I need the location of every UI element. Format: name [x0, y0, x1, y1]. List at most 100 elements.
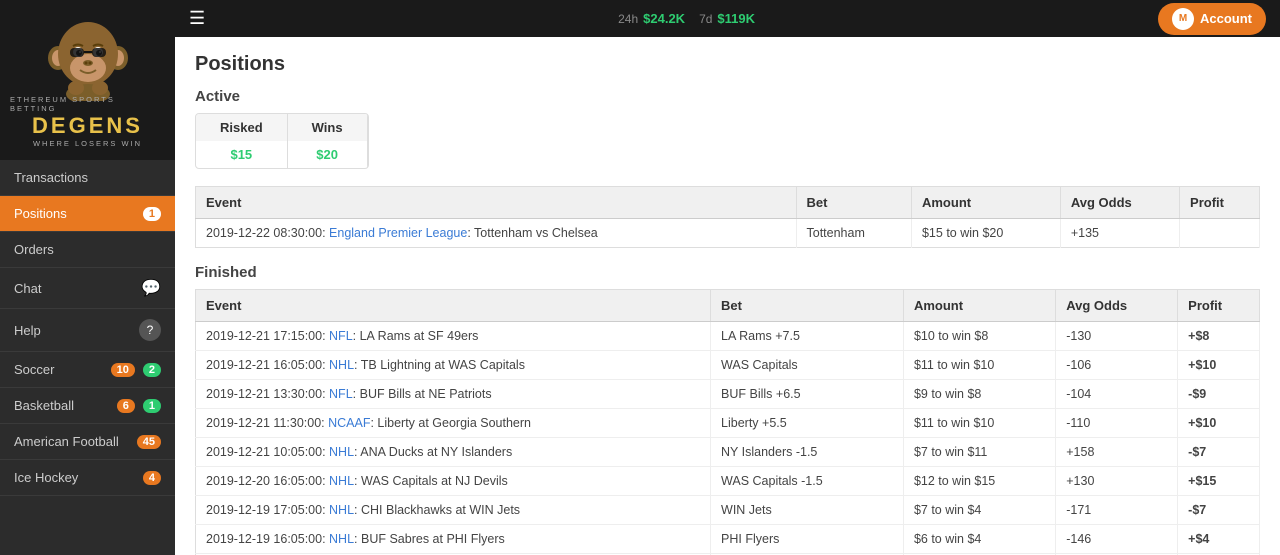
active-th-amount: Amount: [911, 187, 1060, 219]
finished-row-bet: BUF Bills +6.5: [711, 380, 904, 409]
table-row: 2019-12-20 16:05:00: NHL: WAS Capitals a…: [196, 467, 1260, 496]
sidebar-nav: Transactions Positions 1 Orders Chat 💬 H…: [0, 160, 175, 555]
active-event-league-link[interactable]: England Premier League: [329, 226, 467, 240]
sidebar-item-american-football[interactable]: American Football 45: [0, 424, 175, 460]
finished-row-avgodds: -146: [1056, 525, 1178, 554]
american-football-badge: 45: [137, 435, 161, 449]
finished-row-profit: -$7: [1178, 438, 1260, 467]
finished-row-bet: WAS Capitals: [711, 351, 904, 380]
finished-row-event: 2019-12-20 16:05:00: NHL: WAS Capitals a…: [196, 467, 711, 496]
finished-event-league-link[interactable]: NCAAF: [328, 416, 370, 430]
page-title: Positions: [195, 53, 1260, 76]
table-row: 2019-12-21 16:05:00: NHL: TB Lightning a…: [196, 351, 1260, 380]
table-row: 2019-12-22 08:30:00: England Premier Lea…: [196, 219, 1260, 248]
stats-area: 24h $24.2K 7d $119K: [225, 11, 1148, 26]
finished-row-event: 2019-12-21 11:30:00: NCAAF: Liberty at G…: [196, 409, 711, 438]
finished-row-amount: $6 to win $4: [903, 525, 1055, 554]
finished-row-amount: $11 to win $10: [903, 409, 1055, 438]
basketball-badge1: 6: [117, 399, 135, 413]
finished-row-amount: $11 to win $10: [903, 351, 1055, 380]
active-th-avgsodds: Avg Odds: [1060, 187, 1179, 219]
finished-event-league-link[interactable]: NHL: [329, 503, 354, 517]
basketball-badge2: 1: [143, 399, 161, 413]
finished-event-league-link[interactable]: NHL: [329, 532, 354, 546]
sidebar: ETHEREUM SPORTS BETTING DEGENS WHERE LOS…: [0, 0, 175, 555]
finished-row-bet: WIN Jets: [711, 496, 904, 525]
finished-row-bet: WAS Capitals -1.5: [711, 467, 904, 496]
hamburger-icon[interactable]: ☰: [189, 8, 205, 29]
finished-th-bet: Bet: [711, 290, 904, 322]
finished-row-avgodds: -130: [1056, 322, 1178, 351]
table-row: 2019-12-19 17:05:00: NHL: CHI Blackhawks…: [196, 496, 1260, 525]
account-avatar: M: [1172, 8, 1194, 30]
active-summary-table: Risked Wins $15 $20: [195, 113, 369, 169]
sidebar-item-positions[interactable]: Positions 1: [0, 196, 175, 232]
finished-row-avgodds: +158: [1056, 438, 1178, 467]
finished-event-league-link[interactable]: NHL: [329, 445, 354, 459]
sidebar-item-help[interactable]: Help ?: [0, 309, 175, 352]
account-button[interactable]: M Account: [1158, 3, 1266, 35]
finished-event-league-link[interactable]: NHL: [329, 474, 354, 488]
finished-row-amount: $9 to win $8: [903, 380, 1055, 409]
finished-th-avgodds: Avg Odds: [1056, 290, 1178, 322]
table-row: 2019-12-21 11:30:00: NCAAF: Liberty at G…: [196, 409, 1260, 438]
finished-row-profit: +$10: [1178, 351, 1260, 380]
stat-7d-value: $119K: [717, 11, 755, 26]
table-row: 2019-12-21 13:30:00: NFL: BUF Bills at N…: [196, 380, 1260, 409]
finished-row-amount: $12 to win $15: [903, 467, 1055, 496]
summary-risked-value: $15: [196, 141, 287, 168]
finished-event-league-link[interactable]: NFL: [329, 387, 353, 401]
active-row-amount: $15 to win $20: [911, 219, 1060, 248]
finished-row-profit: -$9: [1178, 380, 1260, 409]
finished-row-bet: NY Islanders -1.5: [711, 438, 904, 467]
content-area: Positions Active Risked Wins $15 $20: [175, 37, 1280, 555]
finished-row-avgodds: -106: [1056, 351, 1178, 380]
table-row: 2019-12-19 16:05:00: NHL: BUF Sabres at …: [196, 525, 1260, 554]
finished-row-event: 2019-12-21 17:15:00: NFL: LA Rams at SF …: [196, 322, 711, 351]
table-row: 2019-12-21 17:15:00: NFL: LA Rams at SF …: [196, 322, 1260, 351]
finished-row-event: 2019-12-19 17:05:00: NHL: CHI Blackhawks…: [196, 496, 711, 525]
active-row-bet: Tottenham: [796, 219, 911, 248]
finished-table: Event Bet Amount Avg Odds Profit 2019-12…: [195, 289, 1260, 555]
ice-hockey-badge: 4: [143, 471, 161, 485]
stat-7d: 7d $119K: [699, 11, 755, 26]
summary-wins-header: Wins: [287, 114, 367, 141]
active-row-avgodds: +135: [1060, 219, 1179, 248]
sidebar-item-ice-hockey[interactable]: Ice Hockey 4: [0, 460, 175, 496]
sidebar-item-soccer[interactable]: Soccer 10 2: [0, 352, 175, 388]
finished-event-league-link[interactable]: NHL: [329, 358, 354, 372]
finished-row-avgodds: -171: [1056, 496, 1178, 525]
sidebar-item-basketball[interactable]: Basketball 6 1: [0, 388, 175, 424]
help-icon: ?: [139, 319, 161, 341]
sidebar-item-chat[interactable]: Chat 💬: [0, 268, 175, 309]
finished-th-profit: Profit: [1178, 290, 1260, 322]
sidebar-item-orders[interactable]: Orders: [0, 232, 175, 268]
finished-row-bet: Liberty +5.5: [711, 409, 904, 438]
finished-section: Finished Event Bet Amount Avg Odds Profi…: [195, 264, 1260, 555]
positions-badge: 1: [143, 207, 161, 221]
chat-icon: 💬: [141, 278, 161, 298]
finished-row-avgodds: -104: [1056, 380, 1178, 409]
finished-row-event: 2019-12-21 13:30:00: NFL: BUF Bills at N…: [196, 380, 711, 409]
logo-area: ETHEREUM SPORTS BETTING DEGENS WHERE LOS…: [0, 0, 175, 160]
soccer-badge2: 2: [143, 363, 161, 377]
active-th-event: Event: [196, 187, 797, 219]
sidebar-item-transactions[interactable]: Transactions: [0, 160, 175, 196]
soccer-badge1: 10: [111, 363, 135, 377]
topbar: ☰ 24h $24.2K 7d $119K M Account: [175, 0, 1280, 37]
finished-th-event: Event: [196, 290, 711, 322]
logo-container: ETHEREUM SPORTS BETTING DEGENS WHERE LOS…: [10, 4, 165, 156]
finished-row-profit: +$8: [1178, 322, 1260, 351]
finished-row-event: 2019-12-19 16:05:00: NHL: BUF Sabres at …: [196, 525, 711, 554]
finished-th-amount: Amount: [903, 290, 1055, 322]
finished-row-avgodds: -110: [1056, 409, 1178, 438]
finished-row-profit: -$7: [1178, 496, 1260, 525]
logo-tagline-top: ETHEREUM SPORTS BETTING: [10, 95, 165, 113]
finished-row-event: 2019-12-21 10:05:00: NHL: ANA Ducks at N…: [196, 438, 711, 467]
finished-row-amount: $7 to win $4: [903, 496, 1055, 525]
finished-section-title: Finished: [195, 264, 1260, 281]
finished-event-league-link[interactable]: NFL: [329, 329, 353, 343]
logo-title: DEGENS: [32, 113, 143, 139]
finished-row-amount: $10 to win $8: [903, 322, 1055, 351]
active-table: Event Bet Amount Avg Odds Profit 2019-12…: [195, 186, 1260, 248]
